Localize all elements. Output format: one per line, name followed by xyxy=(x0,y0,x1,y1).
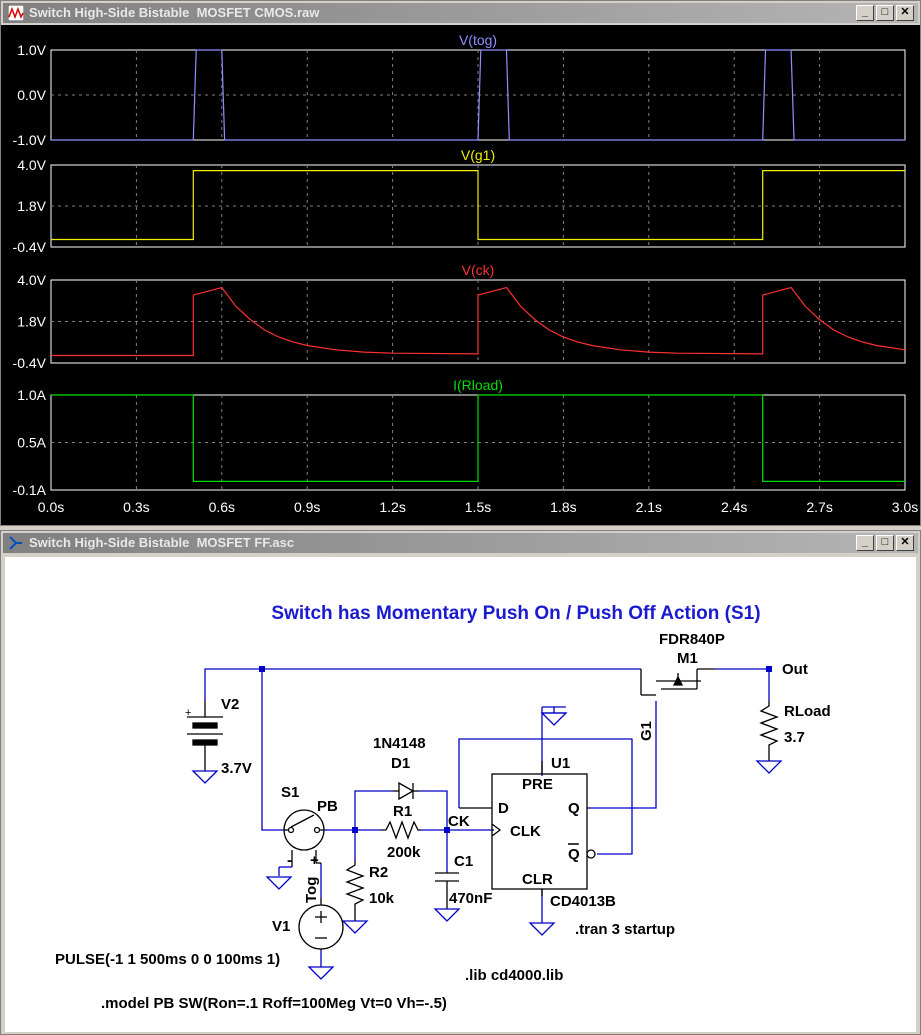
x-tick-label: 1.2s xyxy=(379,499,405,515)
svg-text:470nF: 470nF xyxy=(449,890,492,907)
y-tick-label: 1.8V xyxy=(17,198,46,214)
schematic-heading: Switch has Momentary Push On / Push Off … xyxy=(271,603,760,624)
svg-text:Out: Out xyxy=(782,661,808,678)
svg-text:200k: 200k xyxy=(387,844,421,861)
x-tick-label: 2.4s xyxy=(721,499,747,515)
svg-text:.model PB SW(Ron=.1 Roff=100Me: .model PB SW(Ron=.1 Roff=100Meg Vt=0 Vh=… xyxy=(101,995,447,1012)
svg-text:CD4013B: CD4013B xyxy=(550,893,616,910)
svg-text:3.7V: 3.7V xyxy=(221,760,252,777)
x-tick-label: 0.9s xyxy=(294,499,320,515)
close-button[interactable]: ✕ xyxy=(896,535,914,551)
waveform-app-icon xyxy=(8,5,24,21)
svg-text:CK: CK xyxy=(448,813,470,830)
x-tick-label: 1.5s xyxy=(465,499,491,515)
y-tick-label: -0.1A xyxy=(13,482,47,498)
y-tick-label: 1.8V xyxy=(17,314,46,330)
svg-text:D: D xyxy=(498,800,509,817)
y-tick-label: 1.0A xyxy=(17,387,46,403)
y-tick-label: 4.0V xyxy=(17,272,46,288)
svg-text:Q: Q xyxy=(568,846,580,863)
waveform-titlebar[interactable]: Switch High-Side Bistable MOSFET CMOS.ra… xyxy=(3,3,918,23)
svg-text:+: + xyxy=(185,707,191,719)
svg-text:RLoad: RLoad xyxy=(784,703,831,720)
x-tick-label: 0.0s xyxy=(38,499,64,515)
svg-text:CLK: CLK xyxy=(510,823,541,840)
y-tick-label: -0.4V xyxy=(13,355,47,371)
x-tick-label: 2.1s xyxy=(636,499,662,515)
trace-title[interactable]: V(tog) xyxy=(459,32,497,48)
svg-text:D1: D1 xyxy=(391,755,410,772)
x-tick-label: 1.8s xyxy=(550,499,576,515)
schematic-window: Switch High-Side Bistable MOSFET FF.asc … xyxy=(0,530,921,1035)
maximize-button[interactable]: □ xyxy=(876,535,894,551)
svg-text:+: + xyxy=(310,852,319,869)
svg-text:.tran 3 startup: .tran 3 startup xyxy=(575,921,675,938)
svg-text:.lib cd4000.lib: .lib cd4000.lib xyxy=(465,967,563,984)
svg-text:R2: R2 xyxy=(369,864,388,881)
x-tick-label: 0.3s xyxy=(123,499,149,515)
schematic-canvas[interactable]: Switch has Momentary Push On / Push Off … xyxy=(5,557,916,1032)
svg-text:V2: V2 xyxy=(221,696,239,713)
svg-text:PULSE(-1 1 500ms 0 0 100ms 1): PULSE(-1 1 500ms 0 0 100ms 1) xyxy=(55,951,280,968)
x-tick-label: 0.6s xyxy=(209,499,235,515)
x-tick-label: 3.0s xyxy=(892,499,918,515)
waveform-window-title: Switch High-Side Bistable MOSFET CMOS.ra… xyxy=(29,5,320,20)
y-tick-label: 0.0V xyxy=(17,87,46,103)
waveform-plot[interactable]: 1.0V 0.0V -1.0V V(tog) 4.0V 1.8V -0.4V V(g1) 4.0… xyxy=(1,25,920,525)
schematic-window-title: Switch High-Side Bistable MOSFET FF.asc xyxy=(29,535,295,550)
svg-text:S1: S1 xyxy=(281,784,299,801)
maximize-button[interactable]: □ xyxy=(876,5,894,21)
svg-text:U1: U1 xyxy=(551,755,570,772)
trace-title[interactable]: V(g1) xyxy=(461,147,495,163)
svg-text:Q: Q xyxy=(568,800,580,817)
schematic-app-icon xyxy=(9,536,22,550)
waveform-window: Switch High-Side Bistable MOSFET CMOS.ra… xyxy=(0,0,921,526)
y-tick-label: 0.5A xyxy=(17,435,46,451)
y-tick-label: 4.0V xyxy=(17,157,46,173)
svg-text:R1: R1 xyxy=(393,803,412,820)
schematic-titlebar[interactable]: Switch High-Side Bistable MOSFET FF.asc … xyxy=(3,533,918,553)
svg-text:-: - xyxy=(287,852,292,869)
svg-text:FDR840P: FDR840P xyxy=(659,631,725,648)
svg-text:M1: M1 xyxy=(677,650,698,667)
svg-text:V1: V1 xyxy=(272,918,290,935)
y-tick-label: -1.0V xyxy=(13,132,47,148)
svg-text:10k: 10k xyxy=(369,890,395,907)
minimize-button[interactable]: _ xyxy=(856,5,874,21)
svg-text:3.7: 3.7 xyxy=(784,729,805,746)
svg-text:Tog: Tog xyxy=(303,877,320,903)
y-tick-label: -0.4V xyxy=(13,239,47,255)
svg-text:CLR: CLR xyxy=(522,871,553,888)
svg-text:C1: C1 xyxy=(454,853,473,870)
close-button[interactable]: ✕ xyxy=(896,5,914,21)
x-tick-label: 2.7s xyxy=(806,499,832,515)
trace-title[interactable]: I(Rload) xyxy=(453,377,503,393)
minimize-button[interactable]: _ xyxy=(856,535,874,551)
svg-text:PRE: PRE xyxy=(522,776,553,793)
svg-text:PB: PB xyxy=(317,798,338,815)
trace-title[interactable]: V(ck) xyxy=(462,262,495,278)
y-tick-label: 1.0V xyxy=(17,42,46,58)
svg-text:G1: G1 xyxy=(638,721,655,741)
svg-text:1N4148: 1N4148 xyxy=(373,735,426,752)
